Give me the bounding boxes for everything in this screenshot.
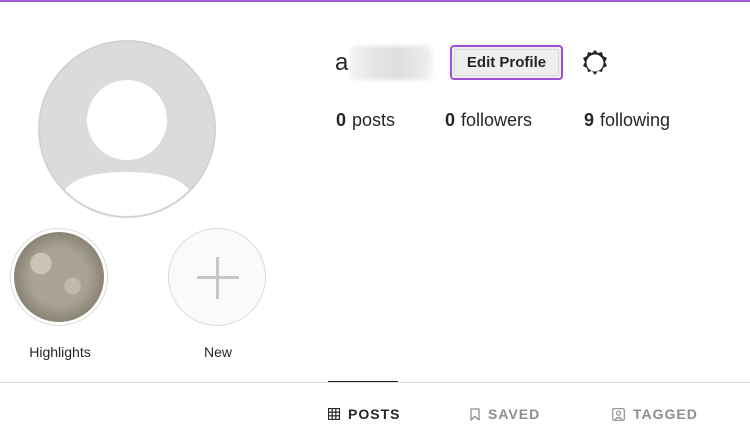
edit-profile-label: Edit Profile [466, 54, 547, 71]
tagged-person-icon [612, 407, 625, 421]
followers-label: followers [461, 110, 533, 130]
username-text: a [335, 49, 349, 76]
tab-saved[interactable]: SAVED [470, 404, 540, 424]
posts-label: posts [352, 110, 396, 130]
highlight-item[interactable] [10, 228, 108, 326]
plus-icon-bar [197, 276, 239, 279]
posts-count: 0 [336, 110, 347, 130]
username: a [335, 46, 433, 80]
new-highlight-button[interactable] [168, 228, 266, 326]
following-label: following [600, 110, 671, 130]
stat-followers[interactable]: 0 followers [445, 110, 532, 131]
tabs-divider [0, 382, 750, 383]
stat-posts: 0 posts [336, 110, 395, 131]
top-accent-line [0, 0, 750, 2]
bookmark-icon [470, 407, 480, 421]
grid-icon [328, 408, 340, 420]
edit-profile-button[interactable]: Edit Profile [450, 45, 563, 80]
default-avatar-icon [40, 42, 214, 216]
profile-avatar[interactable] [38, 40, 216, 218]
highlight-cover-image [14, 232, 104, 322]
active-tab-indicator [328, 381, 398, 382]
username-redacted [350, 46, 433, 80]
tab-saved-label: SAVED [488, 406, 541, 422]
new-highlight-label: New [203, 344, 232, 360]
following-count: 9 [584, 110, 595, 130]
stat-following[interactable]: 9 following [584, 110, 670, 131]
tab-posts-label: POSTS [348, 406, 401, 422]
tab-tagged[interactable]: TAGGED [612, 404, 698, 424]
followers-count: 0 [445, 110, 456, 130]
tab-posts[interactable]: POSTS [328, 404, 400, 424]
settings-gear-icon[interactable] [580, 48, 610, 78]
highlight-label: Highlights [29, 344, 91, 360]
tab-tagged-label: TAGGED [633, 406, 698, 422]
